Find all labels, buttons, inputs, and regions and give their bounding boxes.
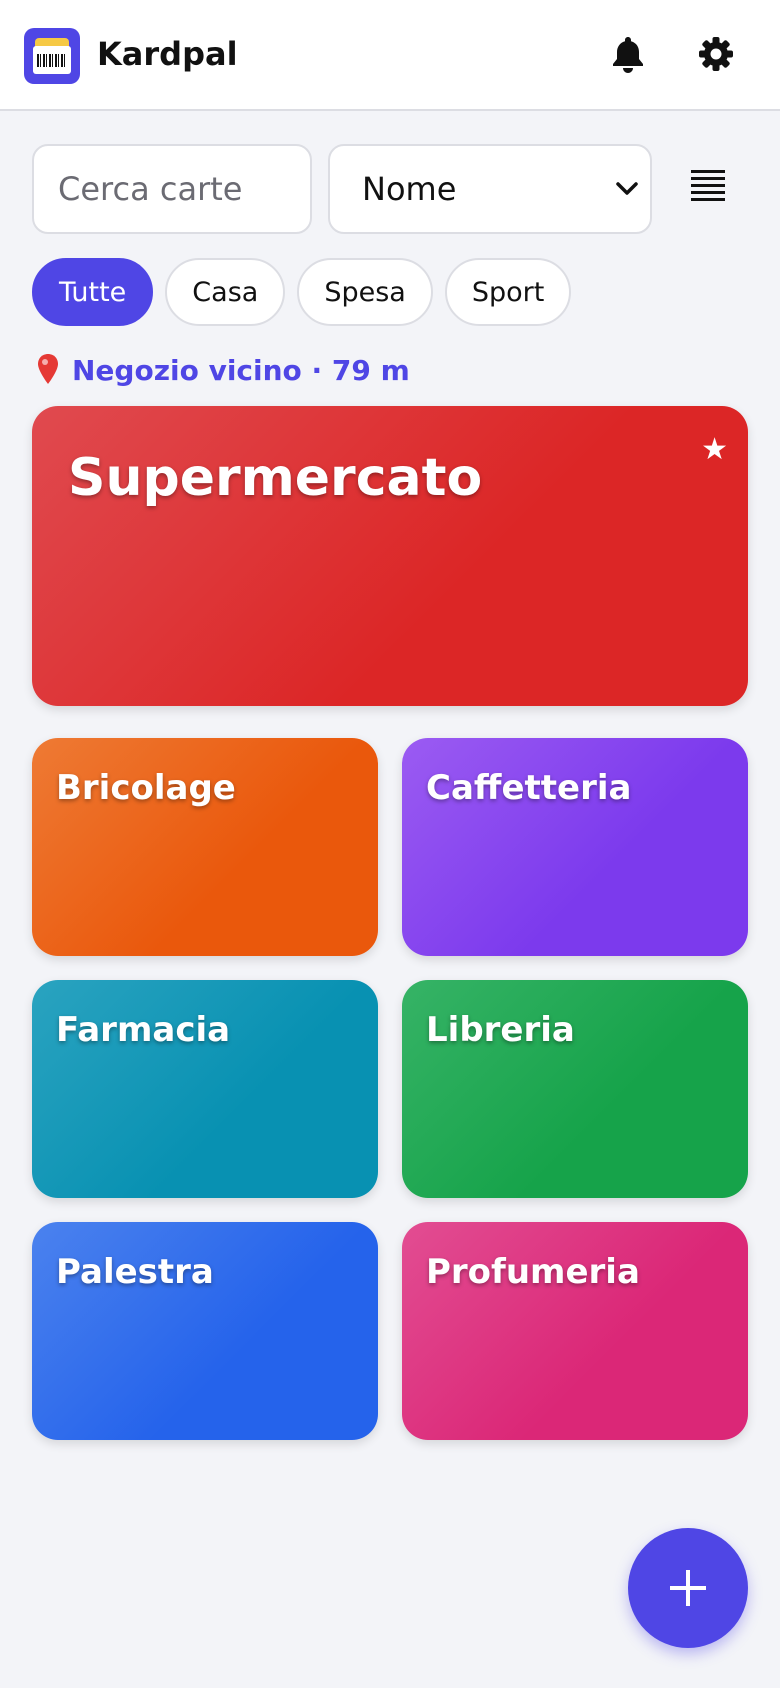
card-featured[interactable]: Supermercato ★	[32, 406, 748, 706]
card-item[interactable]: Bricolage	[32, 738, 378, 956]
filter-chip-casa[interactable]: Casa	[165, 258, 286, 326]
filter-chip-sport[interactable]: Sport	[444, 258, 572, 326]
add-card-button[interactable]	[628, 1528, 748, 1648]
app-header: Kardpal	[0, 0, 780, 111]
card-item[interactable]: Farmacia	[32, 980, 378, 1198]
bell-icon	[613, 37, 643, 73]
sort-selected-value: Nome	[362, 170, 457, 208]
star-icon[interactable]: ★	[701, 432, 728, 467]
card-name: Supermercato	[68, 448, 483, 508]
app-logo	[24, 28, 80, 84]
list-icon	[691, 170, 725, 201]
barcode-icon	[37, 54, 67, 67]
filter-chip-spesa[interactable]: Spesa	[297, 258, 433, 326]
pin-icon	[38, 354, 58, 384]
card-name: Profumeria	[426, 1252, 640, 1292]
settings-button[interactable]	[694, 32, 738, 76]
nearby-store[interactable]: Negozio vicino · 79 m	[32, 350, 410, 390]
nearby-text: Negozio vicino · 79 m	[72, 353, 410, 387]
card-item[interactable]: Palestra	[32, 1222, 378, 1440]
app-title: Kardpal	[97, 35, 238, 73]
card-name: Palestra	[56, 1252, 214, 1292]
search-input[interactable]	[32, 144, 312, 234]
card-name: Bricolage	[56, 768, 236, 808]
view-toggle-button[interactable]	[688, 165, 728, 205]
filter-chips: Tutte Casa Spesa Sport	[32, 258, 572, 326]
card-item[interactable]: Caffetteria	[402, 738, 748, 956]
chevron-down-icon	[616, 182, 638, 195]
plus-icon	[670, 1570, 706, 1606]
card-name: Libreria	[426, 1010, 575, 1050]
card-item[interactable]: Profumeria	[402, 1222, 748, 1440]
card-name: Caffetteria	[426, 768, 632, 808]
card-name: Farmacia	[56, 1010, 231, 1050]
filter-chip-tutte[interactable]: Tutte	[32, 258, 154, 326]
notifications-button[interactable]	[606, 32, 650, 76]
gear-icon	[699, 37, 733, 71]
sort-select[interactable]: Nome	[328, 144, 652, 234]
card-item[interactable]: Libreria	[402, 980, 748, 1198]
